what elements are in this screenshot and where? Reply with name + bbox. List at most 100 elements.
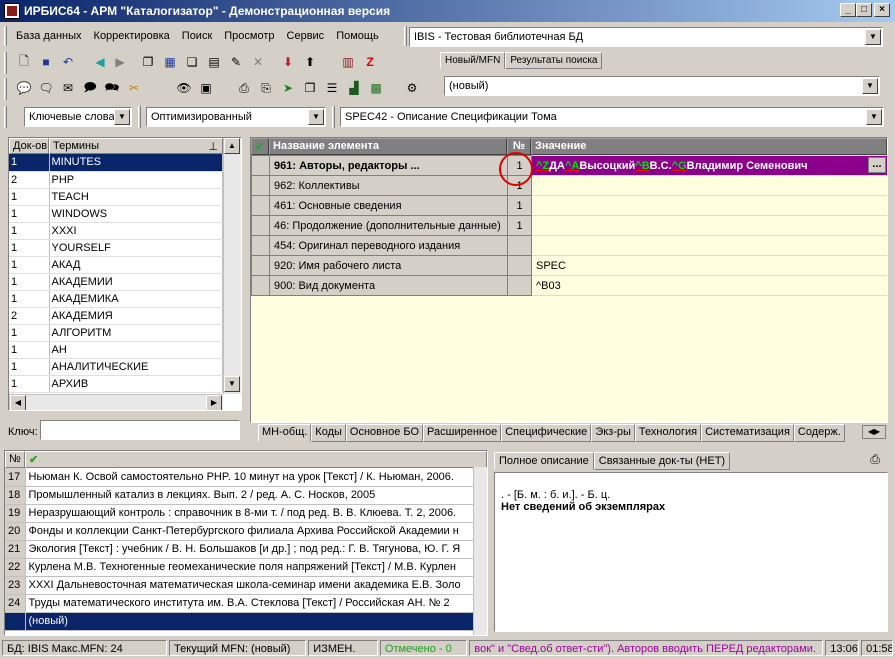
term-row[interactable]: 1 АКАДЕМИИ [9,273,223,291]
editor-tab[interactable]: МН-общ. [258,424,312,442]
scroll-down-icon[interactable]: ▼ [224,376,240,392]
doc-row[interactable]: 22 Курлена М.В. Техногенные геомеханическ… [5,558,476,577]
database-combo[interactable]: IBIS - Тестовая библиотечная БД ▼ [409,27,883,47]
editor-tab[interactable]: Коды [311,424,346,442]
doc-row[interactable]: 24 Труды математического института им. В.… [5,594,476,613]
chevron-down-icon[interactable]: ▼ [862,78,878,94]
chart-icon[interactable]: ▟ [344,78,364,98]
view-icon[interactable]: 👁 [174,78,194,98]
forward-doc-icon[interactable]: ➤ [278,78,298,98]
term-row[interactable]: 1 АЛГОРИТМ [9,324,223,342]
scroll-left-icon[interactable]: ◀ [10,395,26,410]
delete-icon[interactable]: ✕ [248,52,268,72]
editor-tab[interactable]: Экз-ры [591,424,635,442]
z3950-icon[interactable]: Z [360,52,380,72]
term-row[interactable]: 2 PHP [9,171,223,189]
term-row[interactable]: 1 WINDOWS [9,205,223,223]
chevron-down-icon[interactable]: ▼ [114,109,130,125]
editor-row[interactable]: 962: Коллективы 1 [251,175,887,196]
chevron-down-icon[interactable]: ▼ [865,29,881,45]
key-input[interactable] [40,420,240,440]
comment-icon[interactable]: 💬 [14,78,34,98]
editor-row[interactable]: 900: Вид документа ^B03 [251,275,887,296]
term-row[interactable]: 1 АН [9,341,223,359]
chevron-down-icon[interactable]: ▼ [308,109,324,125]
terms-hscroll[interactable]: ◀ ▶ [9,394,223,410]
terms-header-count[interactable]: Док-ов [9,138,49,154]
tools-icon[interactable]: ✂ [124,78,144,98]
import-icon[interactable]: ⬇ [278,52,298,72]
doclist-header-check[interactable]: ✔ [25,451,487,468]
scroll-right-icon[interactable]: ▶ [206,395,222,410]
doclist-vscroll[interactable] [473,467,487,635]
undo-icon[interactable]: ↶ [58,52,78,72]
editor-tab[interactable]: Систематизация [701,424,794,442]
term-row[interactable]: 1 YOURSELF [9,239,223,257]
doc-row[interactable]: 21 Экология [Текст] : учебник / В. Н. Бол… [5,540,476,559]
forward-arrow-icon[interactable]: ▶ [110,52,130,72]
close-button[interactable]: × [874,3,890,17]
editor-value-selected[interactable]: ^ZДА^AВысоцкий^BВ.С.^GВладимир Семенович… [531,155,887,176]
doc-row[interactable]: 19 Неразрушающий контроль : справочник в … [5,504,476,523]
editor-value[interactable] [531,215,887,236]
doc-row[interactable]: 17 Ньюман К. Освой самостоятельно PHP. 10… [5,468,476,487]
print-icon[interactable]: ⎙ [234,78,254,98]
list-icon[interactable]: ☰ [322,78,342,98]
editor-value[interactable] [531,235,887,256]
doc-row[interactable]: 18 Промышленный катализ в лекциях. Вып. 2… [5,486,476,505]
terms-vscroll[interactable]: ▲ ▼ [223,138,241,394]
editor-value[interactable] [531,195,887,216]
term-row[interactable]: 1 XXXI [9,222,223,240]
editor-tab[interactable]: Специфические [501,424,592,442]
print-preview-icon[interactable]: ⎘ [256,78,276,98]
menu-service[interactable]: Сервис [281,24,331,48]
search-mode-select[interactable]: Ключевые слова ▼ [24,107,132,127]
editor-row[interactable]: 920: Имя рабочего листа SPEC [251,255,887,276]
ellipsis-button[interactable]: ... [868,157,886,173]
doc-row[interactable]: 20 Фонды и коллекции Санкт-Петербургского… [5,522,476,541]
tab-new-mfn[interactable]: Новый/MFN [440,52,506,69]
comment-edit-icon[interactable]: 🗨 [36,78,56,98]
library-icon[interactable]: ▥ [338,52,358,72]
doc-row[interactable]: 23 XXXI Дальневосточная математическая шк… [5,576,476,595]
term-row[interactable]: 1 АНАЛИТИЧЕСКИЕ [9,358,223,376]
term-row[interactable]: 2 АКАДЕМИЯ [9,307,223,325]
document-icon[interactable]: ▤ [204,52,224,72]
editor-value[interactable]: ^B03 [531,275,887,296]
term-row[interactable]: 1 АРХИВ [9,375,223,393]
editor-row[interactable]: 46: Продолжение (дополнительные данные) 1 [251,215,887,236]
record-combo[interactable]: (новый) ▼ [444,76,880,96]
editor-row[interactable]: 461: Основные сведения 1 [251,195,887,216]
comment-list-icon[interactable]: 🗪 [102,78,122,98]
editor-tab[interactable]: Основное БО [345,424,424,442]
comment-search-icon[interactable]: 🗩 [80,78,100,98]
duplicate-icon[interactable]: ❏ [182,52,202,72]
excel-icon[interactable]: ▩ [366,78,386,98]
chevron-down-icon[interactable]: ▼ [866,109,882,125]
menu-search[interactable]: Поиск [176,24,218,48]
minimize-button[interactable]: _ [840,3,856,17]
terms-header-term[interactable]: Термины ⊥ [49,138,223,154]
term-row[interactable]: 1 АКАД [9,256,223,274]
doc-row[interactable]: (новый) [5,612,476,631]
tab-search-results[interactable]: Результаты поиска [505,52,603,69]
editor-value[interactable]: SPEC [531,255,887,276]
editor-row[interactable]: 961: Авторы, редакторы ... 1 ^ZДА^AВысоцки… [251,155,887,176]
editor-tab[interactable]: Технология [634,424,702,442]
save-icon[interactable]: ■ [36,52,56,72]
settings-icon[interactable]: ⚙ [402,78,422,98]
editor-header-value[interactable]: Значение [531,138,887,155]
export-icon[interactable]: ⬆ [300,52,320,72]
menu-database[interactable]: База данных [10,24,88,48]
folder-icon[interactable]: ▣ [196,78,216,98]
scroll-up-icon[interactable]: ▲ [224,138,240,154]
maximize-button[interactable]: □ [856,3,872,17]
editor-header-name[interactable]: Название элемента [269,138,507,155]
editor-tab[interactable]: Расширенное [423,424,502,442]
editor-tab[interactable]: Содерж. [793,424,845,442]
term-row[interactable]: 1 MINUTES [9,154,223,172]
menu-help[interactable]: Помощь [330,24,385,48]
doclist-header-num[interactable]: № [5,451,25,468]
term-row[interactable]: 1 TEACH [9,188,223,206]
tab-full-description[interactable]: Полное описание [494,452,594,470]
